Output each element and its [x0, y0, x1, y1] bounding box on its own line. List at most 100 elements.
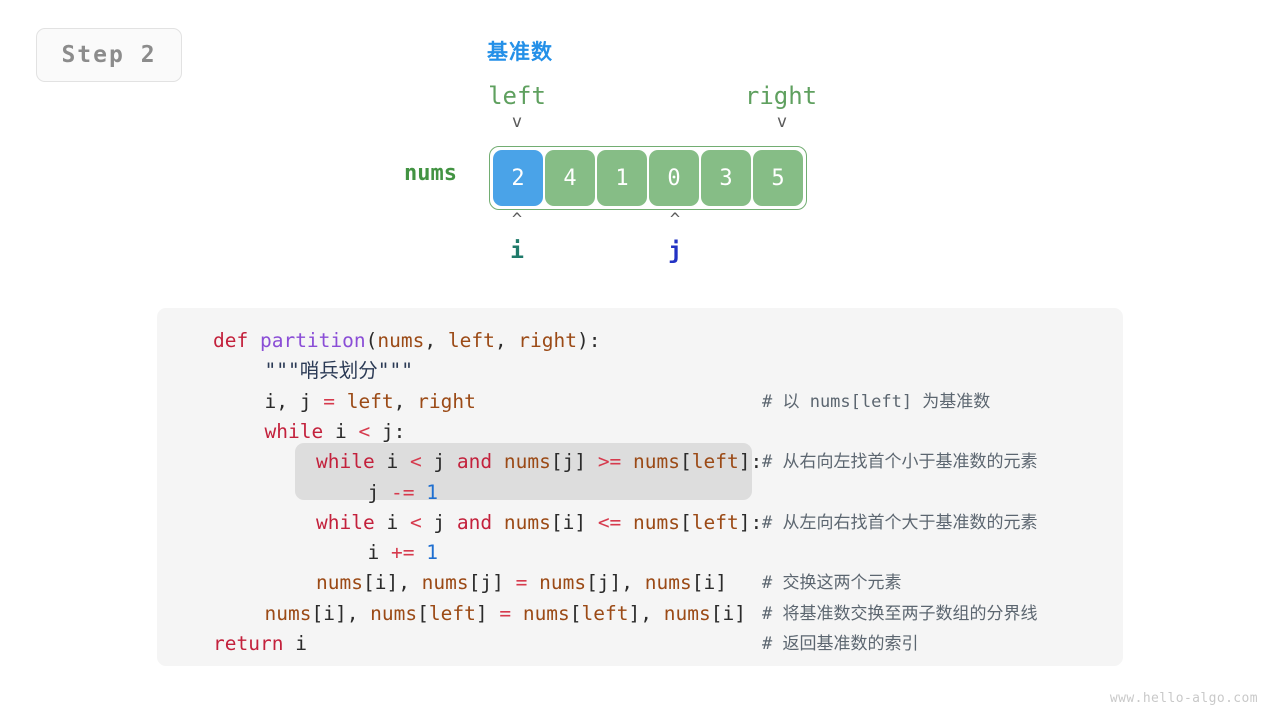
code-token: -=	[390, 480, 427, 504]
code-token: i	[334, 419, 359, 443]
code-token: and	[456, 450, 504, 474]
code-comment: # 从右向左找首个小于基准数的元素	[762, 452, 1038, 473]
array-cell: 2	[493, 150, 543, 206]
code-token: [i]	[550, 510, 598, 534]
code-token: j	[433, 450, 457, 474]
code-token: ]:	[738, 450, 763, 474]
code-token: nums	[377, 329, 425, 352]
code-token: nums	[663, 601, 711, 625]
code-token: (	[365, 329, 378, 352]
code-token: [i],	[362, 571, 422, 595]
code-token: 1	[426, 480, 438, 504]
code-token: return	[213, 632, 296, 655]
code-line: while i < j:	[213, 417, 406, 447]
code-line: i, j = left, right	[213, 387, 476, 417]
code-token: [	[569, 601, 582, 625]
code-comment: # 返回基准数的索引	[762, 634, 919, 654]
code-token: 1	[426, 541, 438, 565]
code-token: nums	[421, 571, 469, 595]
nums-label: nums	[404, 161, 457, 186]
code-token: nums	[633, 450, 681, 474]
code-line: """哨兵划分"""	[213, 356, 413, 386]
code-comment: # 以 nums[left] 为基准数	[762, 391, 991, 412]
code-comment: # 从左向右找首个大于基准数的元素	[762, 512, 1038, 533]
code-comment: # 交换这两个元素	[762, 573, 902, 594]
code-token: while	[316, 510, 387, 534]
code-token: ,	[393, 389, 418, 413]
code-line: while i < j and nums[i] <= nums[left]:	[213, 508, 762, 538]
code-token: while	[264, 419, 335, 443]
code-token: ,	[424, 329, 448, 352]
code-token: nums	[370, 601, 418, 625]
pointer-j-label: j	[668, 238, 682, 264]
array-cell: 1	[597, 150, 647, 206]
code-token: ]	[475, 601, 500, 625]
code-token: left	[691, 510, 739, 534]
right-bound-label: right	[744, 82, 818, 110]
code-token: ],	[628, 601, 664, 625]
code-token: def	[213, 329, 260, 352]
code-token: ):	[577, 329, 601, 352]
code-token: [	[417, 601, 429, 625]
array-cell: 0	[649, 150, 699, 206]
code-token: ,	[494, 329, 519, 352]
code-token: left	[447, 329, 495, 352]
code-token: i	[264, 389, 277, 413]
code-token: partition	[259, 329, 366, 352]
code-token: ]:	[738, 510, 763, 534]
i-caret-icon: ^	[511, 210, 523, 230]
code-token: [j],	[586, 571, 645, 595]
array-cell: 4	[545, 150, 595, 206]
code-token: =	[515, 571, 540, 595]
code-token: left	[691, 450, 739, 474]
code-token: [i]	[710, 601, 746, 625]
code-token: [j]	[550, 450, 598, 474]
pointer-i-label: i	[510, 238, 524, 264]
code-token: """哨兵划分"""	[264, 359, 413, 383]
j-caret-icon: ^	[669, 210, 681, 230]
code-token: nums	[539, 571, 587, 595]
code-token: i	[386, 510, 410, 534]
code-token: [j]	[468, 571, 516, 595]
code-token: left	[346, 389, 394, 413]
code-token: <	[358, 419, 382, 443]
code-token: j	[299, 389, 324, 413]
code-comment: # 将基准数交换至两子数组的分界线	[762, 603, 1038, 624]
array-diagram: 基准数 left right v v nums 241035 ^ ^ i j	[0, 0, 1280, 280]
left-caret-icon: v	[511, 112, 523, 132]
array-cell: 5	[753, 150, 803, 206]
code-token: =	[323, 389, 347, 413]
code-line: nums[i], nums[j] = nums[j], nums[i]	[213, 568, 727, 598]
code-token: i	[295, 632, 307, 655]
left-bound-label: left	[488, 82, 546, 110]
code-line: i += 1	[213, 538, 438, 568]
code-token: nums	[633, 510, 681, 534]
code-token: nums	[522, 601, 570, 625]
code-token: nums	[316, 571, 363, 595]
code-token: j	[367, 480, 391, 504]
code-line: nums[i], nums[left] = nums[left], nums[i…	[213, 599, 746, 629]
code-token: nums	[644, 571, 692, 595]
code-lines-container: def partition(nums, left, right): """哨兵划分…	[157, 308, 1123, 666]
code-line: j -= 1	[213, 478, 438, 508]
code-token: [i]	[691, 571, 727, 595]
code-token: <	[409, 450, 434, 474]
code-token: and	[456, 510, 504, 534]
code-block: def partition(nums, left, right): """哨兵划分…	[157, 308, 1123, 666]
code-token: [	[680, 510, 692, 534]
code-token: left	[428, 601, 476, 625]
code-token: +=	[390, 541, 427, 565]
code-token: nums	[503, 450, 551, 474]
watermark: www.hello-algo.com	[1109, 691, 1258, 706]
code-token: while	[316, 450, 387, 474]
code-line: def partition(nums, left, right):	[213, 326, 600, 356]
code-token: [i],	[311, 601, 371, 625]
code-token: <=	[597, 510, 634, 534]
code-token: j	[433, 510, 457, 534]
code-line: return i	[213, 629, 307, 659]
code-token: =	[499, 601, 523, 625]
pivot-label: 基准数	[487, 40, 553, 64]
code-token: i	[367, 541, 391, 565]
array-cell: 3	[701, 150, 751, 206]
code-token: j:	[381, 419, 406, 443]
